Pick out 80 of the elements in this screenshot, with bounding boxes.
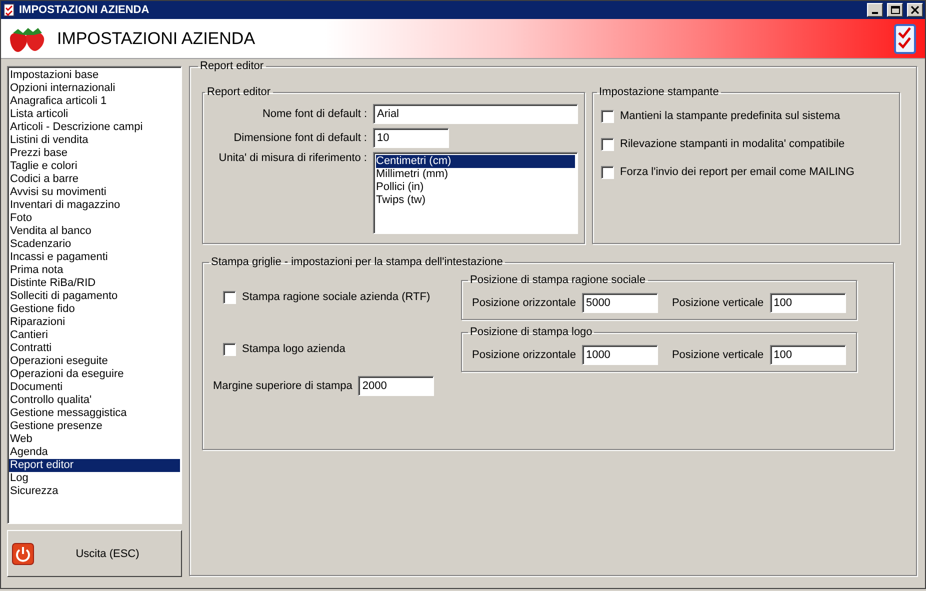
list-item[interactable]: Articoli - Descrizione campi <box>9 121 180 134</box>
checklist-icon <box>893 22 917 54</box>
list-item[interactable]: Distinte RiBa/RID <box>9 277 180 290</box>
list-item[interactable]: Vendita al banco <box>9 225 180 238</box>
list-item[interactable]: Prezzi base <box>9 147 180 160</box>
list-item[interactable]: Web <box>9 433 180 446</box>
field-label: Nome font di default : <box>261 108 368 120</box>
group-title: Posizione di stampa ragione sociale <box>469 274 646 286</box>
input-field[interactable]: 2000 <box>358 376 434 396</box>
list-item[interactable]: Millimetri (mm) <box>376 168 575 181</box>
checkbox[interactable] <box>601 110 614 122</box>
group-title: Impostazione stampante <box>598 86 720 98</box>
checkbox[interactable] <box>601 166 614 178</box>
list-item[interactable]: Sicurezza <box>9 485 180 498</box>
input-field[interactable]: 5000 <box>582 292 658 312</box>
maximize-icon <box>890 6 900 14</box>
list-item[interactable]: Scadenzario <box>9 238 180 251</box>
list-item[interactable]: Impostazioni base <box>9 69 180 82</box>
field-label: Posizione verticale <box>672 348 764 360</box>
list-item[interactable]: Gestione presenze <box>9 420 180 433</box>
list-item[interactable]: Codici a barre <box>9 173 180 186</box>
close-button[interactable] <box>907 3 923 17</box>
list-item[interactable]: Log <box>9 472 180 485</box>
list-item[interactable]: Centimetri (cm) <box>376 155 575 168</box>
input-field[interactable]: 10 <box>373 128 449 148</box>
field-label: Posizione orizzontale <box>472 296 576 308</box>
list-item[interactable]: Operazioni da eseguire <box>9 368 180 381</box>
list-item[interactable]: Report editor <box>9 459 180 472</box>
list-item[interactable]: Listini di vendita <box>9 134 180 147</box>
checkbox-label: Mantieni la stampante predefinita sul sistema <box>620 110 840 122</box>
checkbox-label: Stampa ragione sociale azienda (RTF) <box>242 291 430 303</box>
close-icon <box>911 6 919 14</box>
list-item[interactable]: Foto <box>9 212 180 225</box>
checklist-icon <box>3 3 15 17</box>
input-field[interactable]: 100 <box>770 344 846 364</box>
list-item[interactable]: Contratti <box>9 342 180 355</box>
group-title: Posizione di stampa logo <box>469 326 594 338</box>
minimize-icon <box>872 12 878 14</box>
list-item[interactable]: Cantieri <box>9 329 180 342</box>
group-title: Stampa griglie - impostazioni per la stampa dell'intestazione <box>210 256 504 268</box>
field-label: Posizione orizzontale <box>472 348 576 360</box>
list-item[interactable]: Solleciti di pagamento <box>9 290 180 303</box>
checkbox[interactable] <box>223 342 236 356</box>
field-label: Posizione verticale <box>672 296 764 308</box>
checkbox-label: Forza l'invio dei report per email come MAILING <box>620 166 854 178</box>
field-label: Dimensione font di default : <box>232 132 368 144</box>
window-title: IMPOSTAZIONI AZIENDA <box>19 4 150 16</box>
list-item[interactable]: Riparazioni <box>9 316 180 329</box>
list-item[interactable]: Twips (tw) <box>376 194 575 207</box>
header-title: IMPOSTAZIONI AZIENDA <box>57 28 256 48</box>
list-item[interactable]: Avvisi su movimenti <box>9 186 180 199</box>
list-item[interactable]: Lista articoli <box>9 108 180 121</box>
list-item[interactable]: Operazioni eseguite <box>9 355 180 368</box>
list-item[interactable]: Incassi e pagamenti <box>9 251 180 264</box>
list-item[interactable]: Documenti <box>9 381 180 394</box>
list-item[interactable]: Agenda <box>9 446 180 459</box>
list-item[interactable]: Inventari di magazzino <box>9 199 180 212</box>
checkbox-label: Rilevazione stampanti in modalita' compatibile <box>620 138 845 150</box>
maximize-button[interactable] <box>887 3 903 17</box>
power-icon <box>12 542 34 564</box>
exit-button[interactable]: Uscita (ESC) <box>7 530 182 577</box>
list-item[interactable]: Prima nota <box>9 264 180 277</box>
group-title: Report editor <box>199 60 265 72</box>
minimize-button[interactable] <box>867 3 883 17</box>
group-title: Report editor <box>206 86 272 98</box>
input-field[interactable]: 100 <box>770 292 846 312</box>
checkbox[interactable] <box>601 138 614 150</box>
field-label: Unita' di misura di riferimento : <box>218 152 368 164</box>
list-item[interactable]: Opzioni internazionali <box>9 82 180 95</box>
checkbox[interactable] <box>223 290 236 304</box>
list-item[interactable]: Pollici (in) <box>376 181 575 194</box>
list-item[interactable]: Gestione fido <box>9 303 180 316</box>
list-item[interactable]: Anagrafica articoli 1 <box>9 95 180 108</box>
input-field[interactable]: Arial <box>373 104 578 124</box>
list-item[interactable]: Gestione messaggistica <box>9 407 180 420</box>
input-field[interactable]: 1000 <box>582 344 658 364</box>
checkbox-label: Stampa logo azienda <box>242 343 346 355</box>
list-item[interactable]: Controllo qualita' <box>9 394 180 407</box>
list-item[interactable]: Taglie e colori <box>9 160 180 173</box>
field-label: Margine superiore di stampa <box>213 380 352 392</box>
